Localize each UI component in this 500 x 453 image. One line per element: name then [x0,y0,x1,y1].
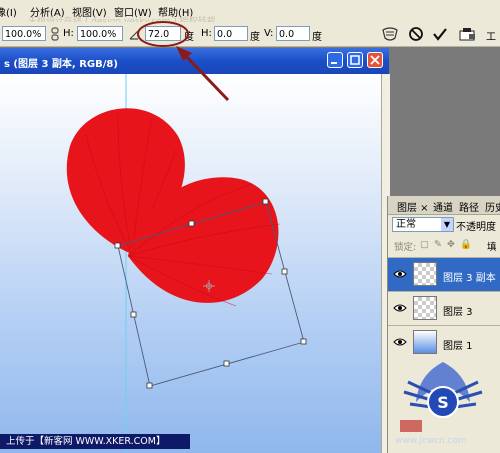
layer-name: 图层 1 [443,341,473,352]
visibility-eye-icon[interactable] [393,301,407,315]
chevron-down-icon[interactable]: ▼ [441,218,453,231]
tab-history[interactable]: 历史 [485,199,500,214]
site-watermark: www.jcwcn.com [395,436,467,446]
layer-name: 图层 3 [443,307,473,318]
visibility-eye-icon[interactable] [393,335,407,349]
photoshop-window: 像(I) 分析(A) 视图(V) 窗口(W) 帮助(H) 天极设计在线 ( de… [0,0,500,453]
lock-label: 锁定: [394,242,417,253]
layer-row[interactable]: 图层 3 副本 [388,257,500,291]
layer-thumbnail [413,262,437,286]
layer-thumbnail [413,330,437,354]
blend-mode-select[interactable]: 正常 ▼ [392,217,454,232]
annotation-ellipse [137,21,189,47]
blend-mode-value: 正常 [396,219,416,230]
layer-name: 图层 3 副本 [443,273,496,284]
lock-row: 锁定: ▢ ✎ ✥ 🔒 填 [394,239,499,253]
fill-label: 填 [487,242,497,253]
winged-logo: S [400,362,483,432]
tab-layers[interactable]: 图层 × [397,199,429,214]
lock-icons[interactable]: ▢ ✎ ✥ 🔒 [420,239,473,250]
visibility-eye-icon[interactable] [393,267,407,281]
annotation-arrow [180,50,230,102]
panel-tabs: 图层 × 通道 路径 历史 [388,196,500,215]
tab-paths[interactable]: 路径 [459,199,479,214]
upload-caption: 上传于【新客网 WWW.XKER.COM】 [0,434,190,449]
svg-text:S: S [437,393,449,412]
tab-channels[interactable]: 通道 [433,199,453,214]
layer-row[interactable]: 图层 3 [388,291,500,325]
layer-thumbnail [413,296,437,320]
opacity-label: 不透明度 [456,222,496,233]
